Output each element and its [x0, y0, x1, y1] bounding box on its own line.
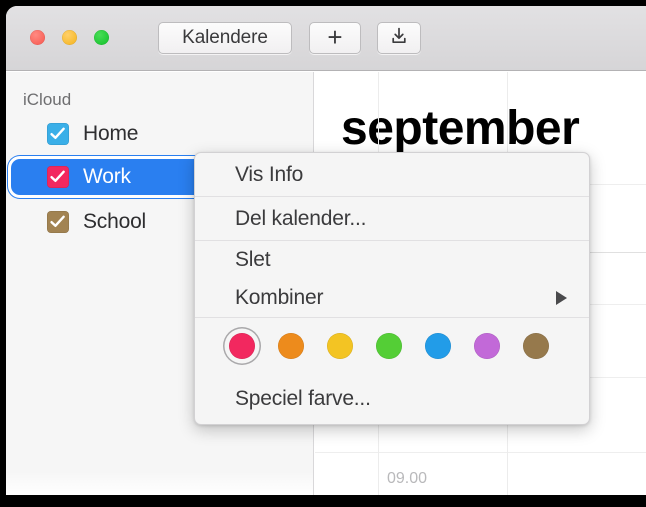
color-swatch-yellow[interactable]: [321, 327, 359, 365]
minimize-window-button[interactable]: [62, 30, 77, 45]
color-swatch-red[interactable]: [223, 327, 261, 365]
menu-item-kombiner[interactable]: Kombiner: [195, 279, 589, 317]
menu-item-label: Vis Info: [235, 162, 304, 186]
color-swatch-blue[interactable]: [419, 327, 457, 365]
calendar-window: Kalendere + iCloud Home Work School sept…: [6, 6, 646, 495]
color-swatch-brown[interactable]: [517, 327, 555, 365]
checkbox-work[interactable]: [47, 166, 69, 188]
close-window-button[interactable]: [30, 30, 45, 45]
page-title: september: [341, 102, 580, 155]
checkbox-school[interactable]: [47, 211, 69, 233]
download-tray-icon: [389, 26, 409, 51]
plus-icon: +: [327, 22, 343, 52]
account-group-label: iCloud: [23, 90, 72, 109]
color-swatch-orange[interactable]: [272, 327, 310, 365]
menu-item-label: Kombiner: [235, 286, 324, 309]
color-dot: [229, 333, 255, 359]
checkbox-home[interactable]: [47, 123, 69, 145]
zoom-window-button[interactable]: [94, 30, 109, 45]
sidebar-item-label-work: Work: [83, 165, 131, 188]
import-button[interactable]: [377, 22, 421, 54]
time-label: 09.00: [387, 470, 428, 487]
menu-item-slet[interactable]: Slet: [195, 241, 589, 279]
sidebar-item-label-school: School: [83, 210, 147, 233]
menu-item-label: Speciel farve...: [235, 387, 371, 410]
grid-line: [315, 452, 646, 453]
color-dot: [278, 333, 304, 359]
menu-item-vis-info[interactable]: Vis Info: [195, 153, 589, 196]
color-dot: [425, 333, 451, 359]
sidebar-item-label-home: Home: [83, 122, 139, 145]
triangle-right-icon: [556, 291, 567, 305]
calendars-button-label: Kalendere: [182, 27, 268, 48]
color-dot: [523, 333, 549, 359]
screen: Kalendere + iCloud Home Work School sept…: [0, 0, 646, 507]
color-swatch-purple[interactable]: [468, 327, 506, 365]
calendar-context-menu: Vis Info Del kalender... Slet Kombiner S…: [194, 152, 590, 425]
color-dot: [327, 333, 353, 359]
sidebar-item-home[interactable]: Home: [11, 117, 309, 151]
menu-item-label: Del kalender...: [235, 206, 367, 230]
menu-item-del-kalender[interactable]: Del kalender...: [195, 197, 589, 240]
color-swatch-green[interactable]: [370, 327, 408, 365]
calendar-color-picker: [195, 318, 589, 374]
menu-item-speciel-farve[interactable]: Speciel farve...: [195, 374, 589, 424]
color-dot: [474, 333, 500, 359]
menu-item-label: Slet: [235, 248, 271, 271]
color-dot: [376, 333, 402, 359]
calendars-button[interactable]: Kalendere: [158, 22, 292, 54]
window-toolbar: Kalendere +: [6, 6, 646, 71]
add-button[interactable]: +: [309, 22, 361, 54]
